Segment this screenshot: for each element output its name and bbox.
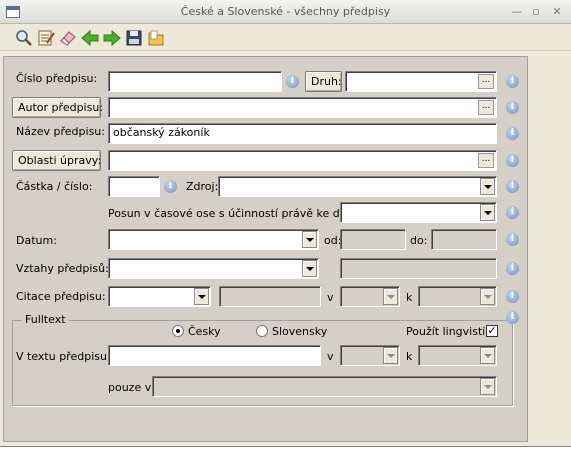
citace-v-select bbox=[340, 286, 400, 307]
status-strip bbox=[0, 446, 571, 450]
info-icon[interactable]: i bbox=[286, 75, 299, 88]
posun-select[interactable] bbox=[340, 202, 497, 223]
autor-button[interactable]: Autor předpisu: bbox=[12, 97, 103, 118]
edit-list-icon[interactable] bbox=[36, 28, 56, 48]
zdroj-select[interactable] bbox=[218, 176, 497, 197]
search-icon[interactable] bbox=[14, 28, 34, 48]
info-icon[interactable]: i bbox=[506, 311, 519, 324]
close-icon[interactable]: ✕ bbox=[549, 4, 565, 20]
minimize-icon[interactable]: — bbox=[509, 4, 525, 20]
nazev-label: Název předpisu: bbox=[16, 125, 105, 138]
chevron-down-icon bbox=[480, 288, 495, 305]
info-icon[interactable]: i bbox=[506, 290, 519, 303]
zdroj-label: Zdroj: bbox=[186, 180, 219, 193]
autor-browse-button[interactable]: ... bbox=[478, 100, 494, 115]
posun-label: Posun v časové ose s účinností právě ke … bbox=[108, 207, 354, 220]
vztahy-label: Vztahy předpisů: bbox=[16, 262, 109, 275]
info-icon[interactable]: i bbox=[506, 127, 519, 140]
info-icon[interactable]: i bbox=[506, 262, 519, 275]
citace-select[interactable] bbox=[108, 286, 211, 307]
v-textu-label: V textu předpisu: bbox=[16, 350, 111, 363]
fulltext-k-label: k bbox=[406, 350, 413, 363]
eraser-icon[interactable] bbox=[58, 28, 78, 48]
window-title: České a Slovenské - všechny předpisy bbox=[180, 5, 391, 18]
castka-input[interactable] bbox=[108, 176, 160, 197]
info-icon[interactable]: i bbox=[506, 180, 519, 193]
datum-select[interactable] bbox=[108, 229, 319, 250]
chevron-down-icon[interactable] bbox=[480, 204, 495, 221]
radio-slovensky-label: Slovensky bbox=[272, 325, 328, 338]
fulltext-v-select bbox=[340, 345, 400, 366]
forward-arrow-icon[interactable] bbox=[102, 28, 122, 48]
citace-v-label: v bbox=[327, 291, 334, 304]
toolbar bbox=[0, 25, 571, 51]
maximize-icon[interactable]: ▫ bbox=[528, 4, 544, 20]
cislo-input[interactable] bbox=[108, 71, 282, 92]
druh-browse-button[interactable]: ... bbox=[478, 74, 494, 89]
citace-text-input bbox=[219, 286, 321, 307]
fulltext-legend: Fulltext bbox=[22, 313, 69, 326]
cislo-label: Číslo předpisu: bbox=[16, 72, 98, 85]
info-icon[interactable]: i bbox=[506, 101, 519, 114]
chevron-down-icon bbox=[383, 347, 398, 364]
chevron-down-icon bbox=[480, 347, 495, 364]
chevron-down-icon bbox=[480, 378, 495, 395]
v-textu-input[interactable] bbox=[108, 345, 321, 366]
oblasti-button[interactable]: Oblasti úpravy: bbox=[12, 150, 101, 171]
info-icon[interactable]: i bbox=[506, 154, 519, 167]
title-bar: České a Slovenské - všechny předpisy — ▫… bbox=[0, 0, 571, 24]
citace-label: Citace předpisu: bbox=[16, 290, 106, 303]
druh-input[interactable]: ... bbox=[345, 71, 497, 92]
info-icon[interactable]: i bbox=[506, 206, 519, 219]
autor-input[interactable]: ... bbox=[108, 97, 497, 118]
datum-label: Datum: bbox=[16, 234, 57, 247]
radio-cesky[interactable] bbox=[172, 325, 184, 337]
pouze-select bbox=[152, 376, 497, 397]
chevron-down-icon bbox=[383, 288, 398, 305]
citace-k-label: k bbox=[406, 291, 413, 304]
radio-slovensky[interactable] bbox=[256, 325, 268, 337]
do-input bbox=[431, 229, 497, 250]
vztahy-detail-input bbox=[340, 258, 497, 279]
info-icon[interactable]: i bbox=[164, 180, 177, 193]
chevron-down-icon[interactable] bbox=[194, 288, 209, 305]
nazev-input[interactable]: občanský zákoník bbox=[108, 123, 497, 144]
vztahy-select[interactable] bbox=[108, 258, 319, 279]
do-label: do: bbox=[410, 234, 428, 247]
fulltext-k-select bbox=[418, 345, 497, 366]
info-icon[interactable]: i bbox=[506, 75, 519, 88]
lingvistika-label: Použít lingvistiku bbox=[406, 325, 499, 338]
oblasti-input[interactable]: ... bbox=[108, 150, 497, 171]
citace-k-select bbox=[418, 286, 497, 307]
back-arrow-icon[interactable] bbox=[80, 28, 100, 48]
od-input bbox=[340, 229, 406, 250]
radio-cesky-label: Česky bbox=[188, 325, 221, 338]
lingvistika-checkbox[interactable]: ✓ bbox=[486, 325, 498, 337]
castka-label: Částka / číslo: bbox=[16, 180, 93, 193]
folder-icon[interactable] bbox=[146, 28, 166, 48]
fulltext-v-label: v bbox=[327, 350, 334, 363]
druh-button[interactable]: Druh: bbox=[305, 71, 342, 92]
oblasti-browse-button[interactable]: ... bbox=[478, 153, 494, 168]
chevron-down-icon[interactable] bbox=[480, 178, 495, 195]
chevron-down-icon[interactable] bbox=[302, 260, 317, 277]
chevron-down-icon[interactable] bbox=[302, 231, 317, 248]
info-icon[interactable]: i bbox=[506, 233, 519, 246]
pouze-label: pouze v bbox=[108, 381, 152, 394]
od-label: od: bbox=[324, 234, 342, 247]
save-icon[interactable] bbox=[124, 28, 144, 48]
